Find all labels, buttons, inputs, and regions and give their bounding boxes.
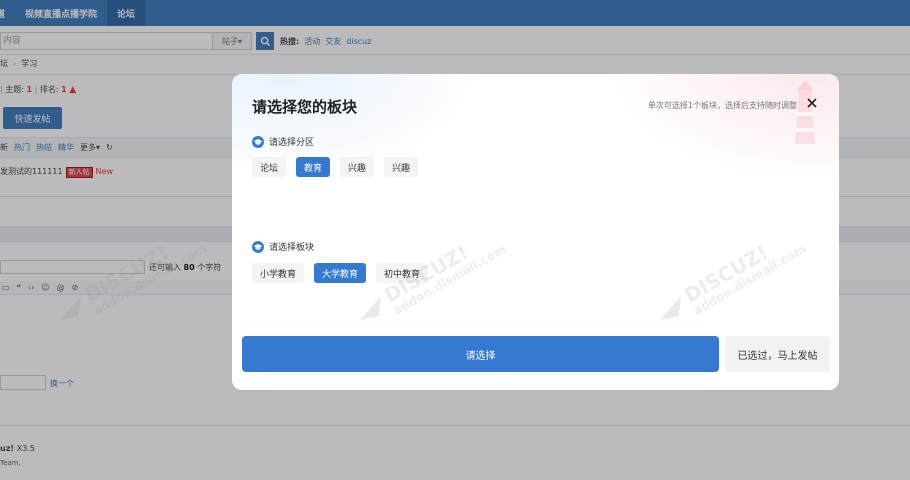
section-board-label: 请选择板块 — [269, 243, 315, 253]
modal-title: 请选择您的板块 — [252, 98, 358, 116]
board-chip[interactable]: 初中教育 — [376, 263, 429, 283]
graduation-cap-icon — [252, 135, 264, 148]
lighthouse-icon — [795, 80, 815, 144]
close-icon[interactable] — [805, 96, 819, 110]
section-zone-head: 请选择分区 — [252, 135, 314, 148]
modal-hint: 单次可选择1个板块，选择后支持随时调整 — [647, 101, 797, 110]
zone-chip[interactable]: 兴趣 — [340, 157, 375, 177]
post-now-button[interactable]: 已选过，马上发帖 — [725, 336, 830, 372]
board-chip-list: 小学教育 大学教育 初中教育 — [252, 263, 438, 283]
zone-chip-list: 论坛 教育 兴趣 兴趣 — [252, 157, 428, 177]
graduation-cap-icon — [252, 240, 264, 253]
zone-chip-selected[interactable]: 教育 — [296, 157, 331, 177]
board-chip-selected[interactable]: 大学教育 — [314, 263, 367, 283]
select-button[interactable]: 请选择 — [242, 336, 719, 372]
section-board-head: 请选择板块 — [252, 240, 314, 253]
board-select-modal: 请选择您的板块 单次可选择1个板块，选择后支持随时调整 请选择分区 论坛 教育 … — [232, 74, 839, 390]
section-zone-label: 请选择分区 — [269, 138, 315, 148]
zone-chip[interactable]: 论坛 — [252, 157, 287, 177]
zone-chip[interactable]: 兴趣 — [384, 157, 419, 177]
board-chip[interactable]: 小学教育 — [252, 263, 305, 283]
